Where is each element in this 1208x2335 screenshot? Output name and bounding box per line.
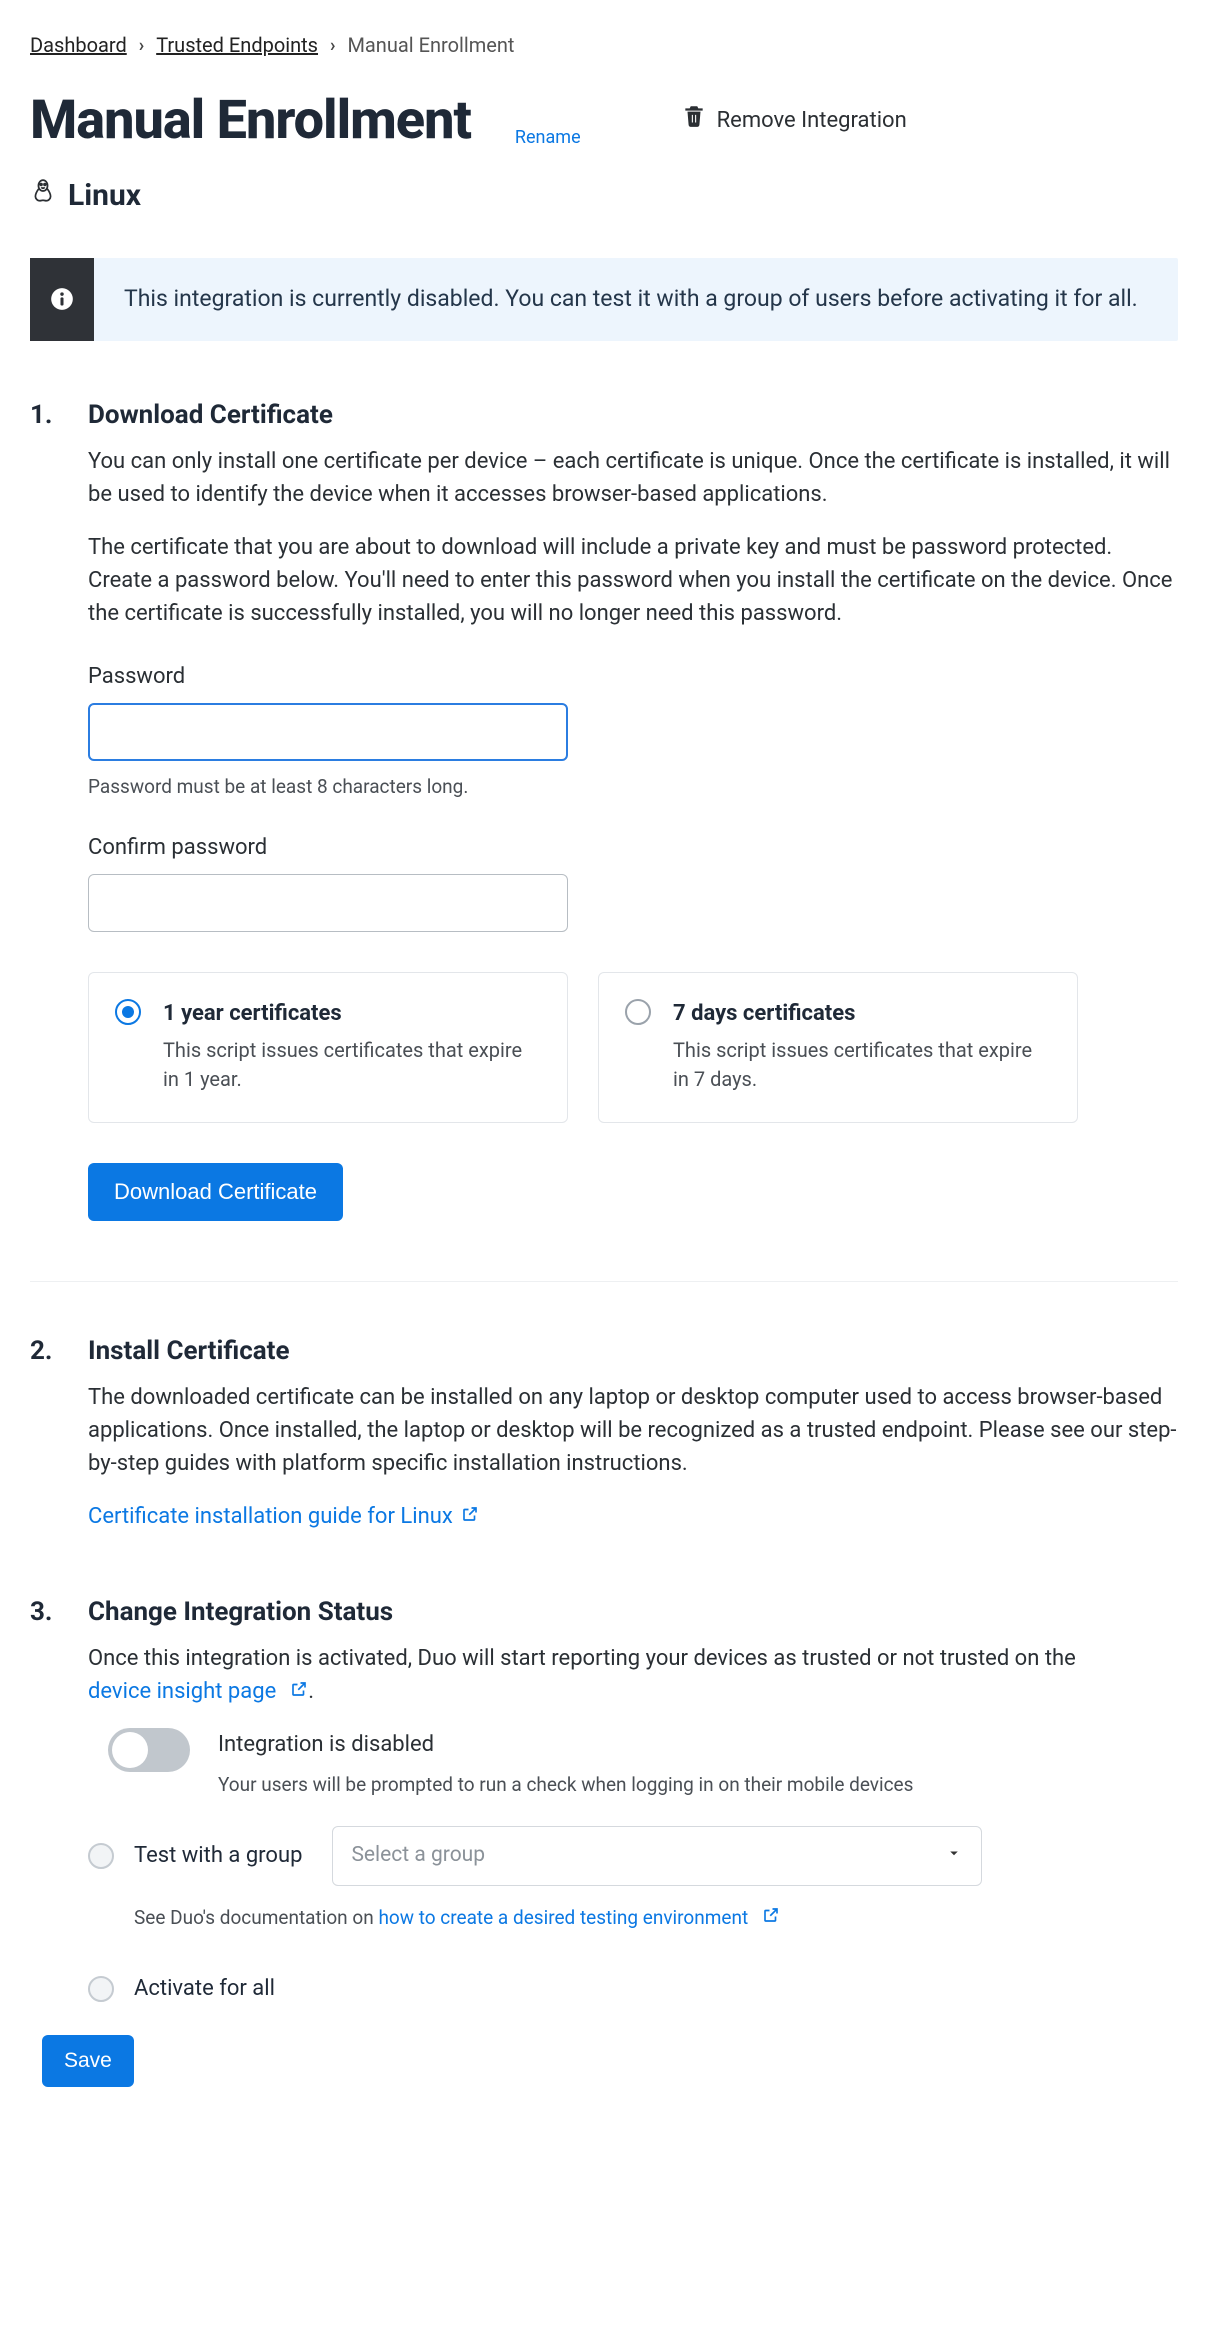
- save-button[interactable]: Save: [42, 2035, 134, 2087]
- confirm-password-label: Confirm password: [88, 831, 1178, 864]
- chevron-down-icon: [945, 1839, 963, 1872]
- breadcrumb-trusted-endpoints[interactable]: Trusted Endpoints: [156, 30, 318, 60]
- radio-icon: [625, 999, 651, 1025]
- password-input[interactable]: [88, 703, 568, 761]
- integration-status-subtitle: Your users will be prompted to run a che…: [218, 1771, 913, 1800]
- step-download-certificate: 1. Download Certificate You can only ins…: [30, 396, 1178, 1283]
- info-banner: This integration is currently disabled. …: [30, 258, 1178, 341]
- device-insight-link[interactable]: device insight page: [88, 1675, 308, 1708]
- chevron-right-icon: ›: [330, 32, 335, 59]
- breadcrumb-dashboard[interactable]: Dashboard: [30, 30, 127, 60]
- info-icon: [30, 258, 94, 341]
- info-banner-text: This integration is currently disabled. …: [94, 258, 1168, 341]
- rename-link[interactable]: Rename: [515, 124, 581, 151]
- cert-option-desc: This script issues certificates that exp…: [163, 1036, 541, 1094]
- radio-icon: [115, 999, 141, 1025]
- toggle-knob: [112, 1732, 148, 1768]
- group-select-placeholder: Select a group: [351, 1840, 485, 1872]
- cert-option-title: 7 days certificates: [673, 997, 1051, 1030]
- cert-option-desc: This script issues certificates that exp…: [673, 1036, 1051, 1094]
- os-indicator: Linux: [30, 173, 1178, 218]
- trash-icon: [681, 103, 707, 139]
- integration-status-title: Integration is disabled: [218, 1728, 913, 1761]
- step-title: Change Integration Status: [88, 1593, 1178, 1632]
- cert-option-1-year[interactable]: 1 year certificates This script issues c…: [88, 972, 568, 1123]
- install-guide-link-text: Certificate installation guide for Linux: [88, 1500, 453, 1533]
- external-link-icon: [461, 1500, 479, 1533]
- remove-integration-label: Remove Integration: [717, 104, 907, 137]
- cert-option-title: 1 year certificates: [163, 997, 541, 1030]
- step-paragraph: The downloaded certificate can be instal…: [88, 1381, 1178, 1480]
- step-number: 3.: [30, 1593, 58, 2087]
- breadcrumb: Dashboard › Trusted Endpoints › Manual E…: [30, 30, 1178, 60]
- testing-env-link[interactable]: how to create a desired testing environm…: [378, 1904, 780, 1933]
- step-title: Install Certificate: [88, 1332, 1178, 1371]
- step-install-certificate: 2. Install Certificate The downloaded ce…: [30, 1332, 1178, 1563]
- password-hint: Password must be at least 8 characters l…: [88, 773, 1178, 802]
- integration-toggle[interactable]: [108, 1728, 190, 1772]
- download-certificate-button[interactable]: Download Certificate: [88, 1163, 343, 1221]
- external-link-icon: [290, 1675, 308, 1708]
- cert-option-7-days[interactable]: 7 days certificates This script issues c…: [598, 972, 1078, 1123]
- test-with-group-label: Test with a group: [134, 1839, 302, 1872]
- breadcrumb-current: Manual Enrollment: [347, 30, 514, 60]
- password-label: Password: [88, 660, 1178, 693]
- step-number: 1.: [30, 396, 58, 1222]
- test-with-group-radio[interactable]: [88, 1843, 114, 1869]
- page-title: Manual Enrollment: [30, 80, 471, 161]
- step-change-integration-status: 3. Change Integration Status Once this i…: [30, 1593, 1178, 2087]
- os-name: Linux: [68, 173, 141, 218]
- step-number: 2.: [30, 1332, 58, 1533]
- testing-env-note: See Duo's documentation on how to create…: [134, 1904, 1178, 1933]
- install-guide-link[interactable]: Certificate installation guide for Linux: [88, 1500, 479, 1533]
- linux-icon: [30, 178, 56, 214]
- confirm-password-input[interactable]: [88, 874, 568, 932]
- step-paragraph: The certificate that you are about to do…: [88, 531, 1178, 630]
- step-title: Download Certificate: [88, 396, 1178, 435]
- chevron-right-icon: ›: [139, 32, 144, 59]
- activate-for-all-label: Activate for all: [134, 1972, 275, 2005]
- step-paragraph: You can only install one certificate per…: [88, 445, 1178, 511]
- group-select[interactable]: Select a group: [332, 1826, 982, 1886]
- activate-for-all-radio[interactable]: [88, 1976, 114, 2002]
- external-link-icon: [762, 1904, 780, 1933]
- step-paragraph: Once this integration is activated, Duo …: [88, 1642, 1178, 1708]
- remove-integration-button[interactable]: Remove Integration: [681, 103, 907, 139]
